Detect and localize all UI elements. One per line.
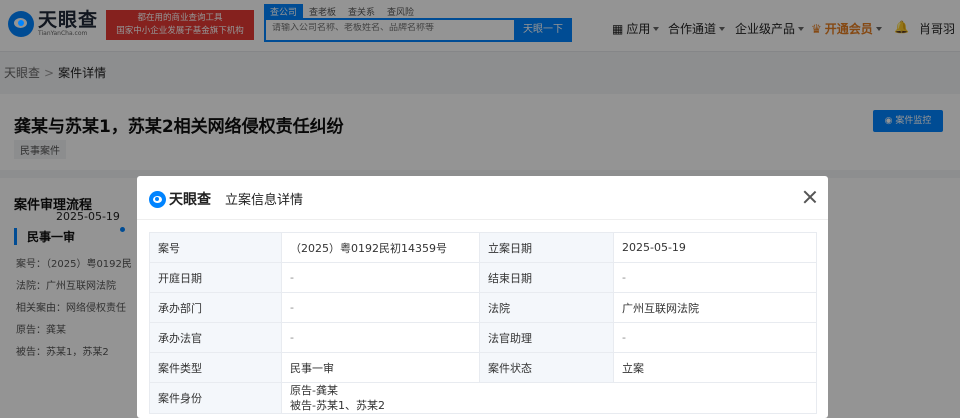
identity-plaintiff: 原告-龚某 [290,384,338,397]
modal-logo: 天眼查 [149,189,211,209]
close-icon[interactable] [802,189,818,205]
value-court: 广州互联网法院 [613,292,817,323]
value-end-date: - [613,262,817,293]
label-court: 法院 [479,292,614,323]
label-case-identity: 案件身份 [149,382,282,414]
identity-defendant: 被告-苏某1、苏某2 [290,399,385,412]
label-judge-assistant: 法官助理 [479,322,614,353]
value-case-number: （2025）粤0192民初14359号 [281,232,480,263]
value-case-identity: 原告-龚某 被告-苏某1、苏某2 [281,382,817,414]
table-row: 承办法官 - 法官助理 - [149,322,817,353]
table-row: 开庭日期 - 结束日期 - [149,262,817,293]
value-judge-assistant: - [613,322,817,353]
value-filing-date: 2025-05-19 [613,232,817,263]
label-filing-date: 立案日期 [479,232,614,263]
table-row: 案件类型 民事一审 案件状态 立案 [149,352,817,383]
case-info-table: 案号 （2025）粤0192民初14359号 立案日期 2025-05-19 开… [149,232,817,414]
value-case-status: 立案 [613,352,817,383]
eye-logo-icon [149,190,166,208]
label-end-date: 结束日期 [479,262,614,293]
label-case-type: 案件类型 [149,352,282,383]
label-department: 承办部门 [149,292,282,323]
case-filing-modal: 天眼查 立案信息详情 案号 （2025）粤0192民初14359号 立案日期 2… [137,176,828,418]
value-department: - [281,292,480,323]
value-case-type: 民事一审 [281,352,480,383]
label-case-number: 案号 [149,232,282,263]
label-hearing-date: 开庭日期 [149,262,282,293]
value-judge: - [281,322,480,353]
label-case-status: 案件状态 [479,352,614,383]
modal-title: 立案信息详情 [225,193,304,208]
table-row: 承办部门 - 法院 广州互联网法院 [149,292,817,323]
label-judge: 承办法官 [149,322,282,353]
table-row: 案号 （2025）粤0192民初14359号 立案日期 2025-05-19 [149,232,817,263]
modal-logo-text: 天眼查 [169,192,211,208]
table-row: 案件身份 原告-龚某 被告-苏某1、苏某2 [149,382,817,414]
value-hearing-date: - [281,262,480,293]
modal-header: 天眼查 立案信息详情 [137,176,828,220]
